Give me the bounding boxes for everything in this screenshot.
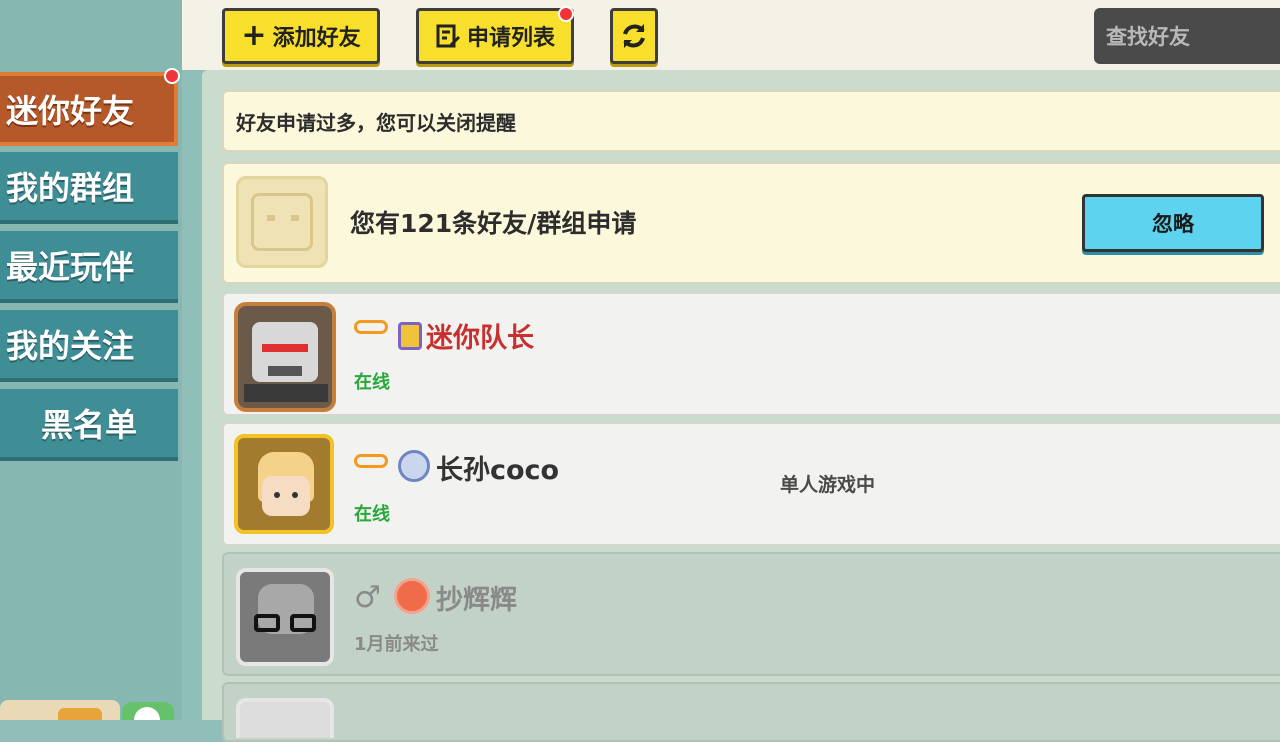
mask-icon	[354, 320, 388, 334]
friend-name: 抄辉辉	[436, 585, 517, 616]
sidebar-item-label: 我的群组	[6, 169, 135, 207]
sidebar-item-my-groups[interactable]: 我的群组	[0, 152, 178, 224]
avatar	[236, 568, 334, 666]
sidebar-item-blacklist[interactable]: 黑名单	[0, 389, 178, 461]
sidebar-item-my-follows[interactable]: 我的关注	[0, 310, 178, 382]
notice-banner[interactable]: 好友申请过多，您可以关闭提醒	[222, 90, 1280, 152]
notification-dot	[164, 68, 180, 84]
request-mascot-icon	[236, 176, 328, 268]
request-count-text: 您有121条好友/群组申请	[350, 209, 637, 238]
request-list-button[interactable]: 申请列表	[416, 8, 574, 64]
coin-icon	[58, 708, 102, 720]
sidebar-item-label: 最近玩伴	[6, 248, 135, 286]
search-friend-input[interactable]: 查找好友	[1094, 8, 1280, 64]
list-edit-icon	[436, 24, 461, 48]
friend-status: 在线	[354, 504, 390, 525]
refresh-icon	[623, 24, 645, 48]
avatar	[234, 434, 334, 534]
friend-name: 迷你队长	[426, 323, 534, 354]
friend-activity: 单人游戏中	[780, 474, 876, 496]
friend-name: 长孙coco	[436, 455, 560, 486]
friend-row[interactable]: ♂ 抄辉辉 1月前来过	[222, 552, 1280, 676]
level-badge-icon	[398, 450, 430, 482]
plus-icon: +	[241, 18, 267, 53]
mask-icon	[354, 454, 388, 468]
sidebar-item-label: 我的关注	[6, 327, 135, 365]
avatar	[234, 302, 336, 412]
avatar	[236, 698, 334, 738]
ignore-button[interactable]: 忽略	[1082, 194, 1264, 252]
friend-status: 1月前来过	[354, 634, 439, 655]
friend-row[interactable]: 长孙coco 在线 单人游戏中	[222, 422, 1280, 546]
search-placeholder: 查找好友	[1106, 25, 1190, 49]
bottom-bar-partial	[0, 700, 120, 720]
friend-status: 在线	[354, 372, 390, 393]
notification-dot	[558, 6, 574, 22]
sidebar-item-label: 迷你好友	[6, 92, 135, 130]
sidebar-item-mini-friends[interactable]: 迷你好友	[0, 72, 178, 146]
male-icon: ♂	[354, 580, 381, 615]
level-badge-icon	[394, 578, 430, 614]
sidebar-item-recent-players[interactable]: 最近玩伴	[0, 231, 178, 303]
sidebar-item-label: 黑名单	[40, 406, 137, 444]
friend-row[interactable]: 迷你队长 在线	[222, 292, 1280, 416]
refresh-button[interactable]	[610, 8, 658, 64]
chat-icon[interactable]	[122, 702, 174, 720]
friend-row[interactable]	[222, 682, 1280, 742]
add-friend-button[interactable]: + 添加好友	[222, 8, 380, 64]
vip-badge-icon	[398, 322, 422, 350]
